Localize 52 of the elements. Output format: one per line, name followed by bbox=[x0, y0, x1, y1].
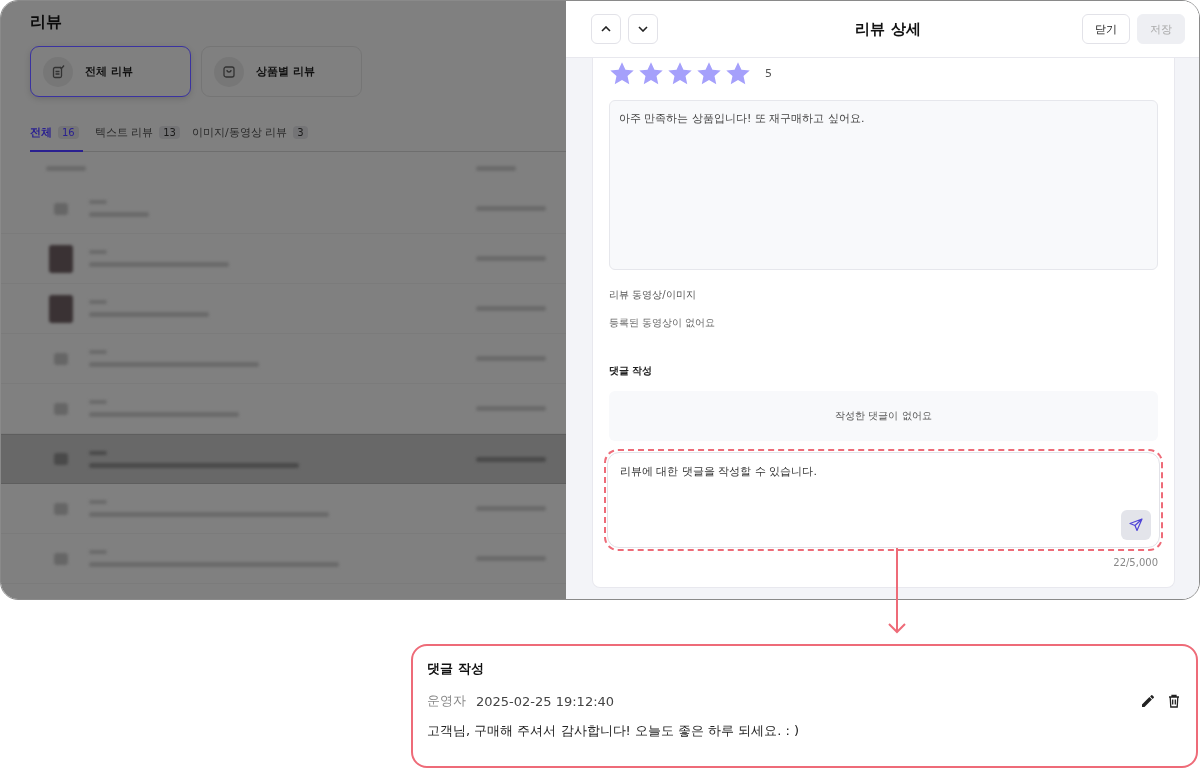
tab-label[interactable]: 이미지/동영상 리뷰 bbox=[191, 125, 288, 140]
send-button[interactable] bbox=[1121, 510, 1151, 540]
character-count: 22/5,000 bbox=[1112, 557, 1158, 568]
count-badge: 16 bbox=[58, 126, 79, 139]
empty-message: 등록된 동영상이 없어요 bbox=[609, 316, 717, 330]
photo-thumbnail bbox=[49, 244, 73, 273]
previous-button[interactable] bbox=[591, 14, 621, 44]
star-icon bbox=[609, 61, 635, 86]
next-button[interactable] bbox=[628, 14, 658, 44]
empty-comments-box: 작성한 댓글이 없어요 bbox=[609, 391, 1158, 441]
star-icon bbox=[667, 61, 693, 86]
rating-value: 5 bbox=[765, 67, 772, 80]
bag-icon bbox=[222, 64, 236, 79]
comment-text: 고객님, 구매해 주셔서 감사합니다! 오늘도 좋은 하루 되세요. : ) bbox=[427, 722, 801, 740]
send-icon bbox=[1129, 518, 1143, 532]
comment-field[interactable]: 리뷰에 대한 댓글을 작성할 수 있습니다. bbox=[607, 452, 1160, 548]
comment-author: 운영자 bbox=[427, 692, 466, 710]
tab-label[interactable]: 텍스트 리뷰 bbox=[94, 125, 154, 140]
tab-label[interactable]: 전체 bbox=[30, 125, 52, 140]
review-type-card[interactable]: 전체 리뷰 bbox=[30, 46, 191, 97]
star-icon bbox=[725, 61, 751, 86]
thumbnail-icon bbox=[54, 352, 68, 365]
star-icon bbox=[638, 61, 664, 86]
review-text-box: 아주 만족하는 상품입니다! 또 재구매하고 싶어요. bbox=[609, 100, 1158, 270]
section-label: 리뷰 동영상/이미지 bbox=[609, 288, 697, 302]
count-badge: 3 bbox=[293, 126, 308, 139]
review-row[interactable] bbox=[1, 434, 566, 484]
chevron-up-icon bbox=[601, 26, 611, 32]
panel-title: 리뷰 상세 bbox=[854, 19, 922, 39]
thumbnail-icon bbox=[54, 202, 68, 215]
review-type-card[interactable]: 상품별 리뷰 bbox=[201, 46, 362, 97]
photo-thumbnail bbox=[49, 294, 73, 323]
blurred-text bbox=[476, 456, 546, 462]
comment-timestamp: 2025-02-25 19:12:40 bbox=[476, 693, 615, 709]
thumbnail-icon bbox=[54, 402, 68, 415]
count-badge: 13 bbox=[159, 126, 180, 139]
star-icon bbox=[696, 61, 722, 86]
blurred-text bbox=[89, 450, 107, 455]
filter-tab[interactable]: 텍스트 리뷰 13 bbox=[94, 119, 180, 152]
trash-icon[interactable] bbox=[1166, 693, 1182, 709]
thumbnail-icon bbox=[54, 552, 68, 565]
chevron-down-icon bbox=[638, 26, 648, 32]
clipboard-icon bbox=[51, 64, 65, 79]
edit-icon[interactable] bbox=[1140, 693, 1156, 709]
callout-heading: 댓글 작성 bbox=[427, 660, 485, 678]
action-button[interactable]: 닫기 bbox=[1082, 14, 1130, 44]
thumbnail-icon bbox=[54, 502, 68, 515]
page-title: 리뷰 bbox=[30, 12, 63, 33]
filter-tab[interactable]: 전체 16 bbox=[30, 119, 83, 152]
filter-tab[interactable]: 이미지/동영상 리뷰 3 bbox=[191, 119, 308, 152]
section-heading: 댓글 작성 bbox=[609, 364, 654, 378]
thumbnail-icon bbox=[54, 453, 68, 465]
